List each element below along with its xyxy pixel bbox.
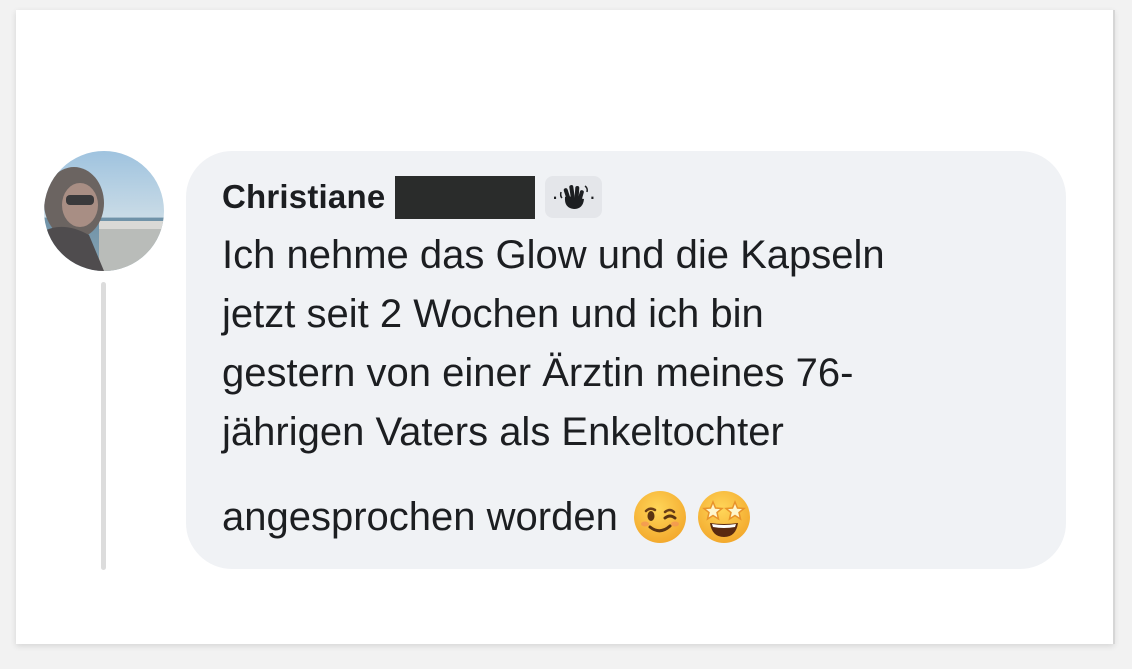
comment-line: jährigen Vaters als Enkeltochter [222,410,784,454]
comment-line: angesprochen worden [222,494,618,539]
comment-line: jetzt seit 2 Wochen und ich bin [222,292,764,336]
thread-line [101,282,106,570]
waving-hand-icon [559,185,588,209]
comment-header: Christiane · · [222,172,603,222]
profile-badge[interactable]: · · [545,176,603,218]
winking-face-icon [633,491,686,543]
comment-line: gestern von einer Ärztin meines 76- [222,351,854,395]
badge-dot-right: · [588,184,597,209]
comment-last-line: angesprochen worden [222,487,752,547]
avatar-photo [44,151,164,271]
card-edge-divider [1113,10,1115,644]
badge-dot-left: · [551,184,559,209]
author-name[interactable]: Christiane [222,178,385,216]
comment-line: Ich nehme das Glow und die Kapseln [222,233,885,277]
avatar[interactable] [44,151,164,271]
star-struck-face-icon [697,491,750,543]
redacted-surname [395,175,536,219]
comment-text: Ich nehme das Glow und die Kapseln jetzt… [222,226,1052,462]
